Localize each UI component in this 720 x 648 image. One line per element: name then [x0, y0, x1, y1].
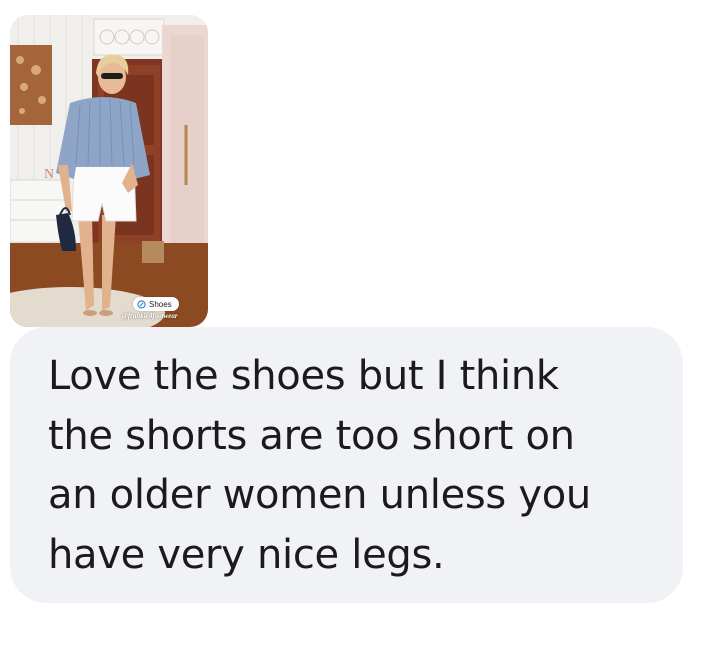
message-line: Love the shoes but I think [48, 353, 559, 399]
svg-text:N: N [44, 167, 54, 182]
message-thread: N Shoes @frankie4footwear Love the shoes… [0, 0, 720, 648]
link-icon [137, 299, 146, 309]
post-photo-illustration: N [10, 15, 208, 327]
brand-handle: @frankie4footwear [122, 312, 178, 320]
product-tag-label: Shoes [149, 299, 172, 309]
message-bubble[interactable]: Love the shoes but I think the shorts ar… [10, 327, 683, 603]
product-tag[interactable]: Shoes [133, 297, 179, 311]
message-line: an older women unless you [48, 472, 591, 518]
message-line: the shorts are too short on [48, 412, 575, 459]
message-line: have very nice legs. [48, 531, 445, 578]
message-text: Love the shoes but I think the shorts ar… [48, 347, 663, 585]
shared-post-image[interactable]: N Shoes @frankie4footwear [10, 15, 208, 327]
